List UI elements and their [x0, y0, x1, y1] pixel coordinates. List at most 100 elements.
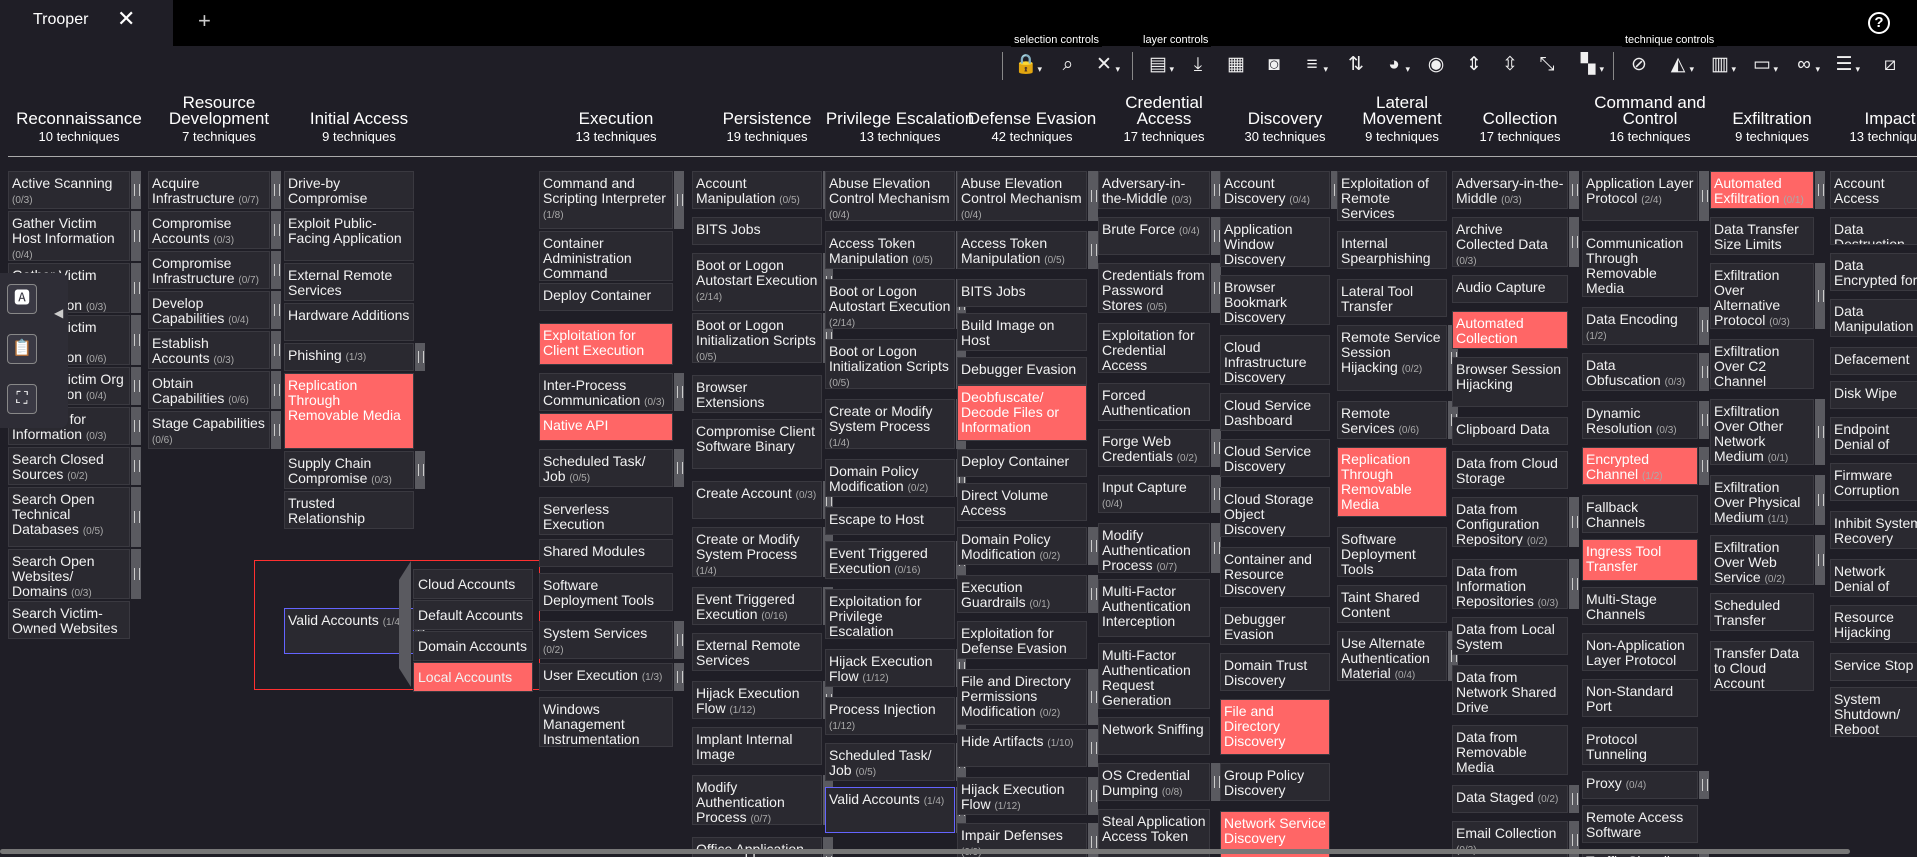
subtechnique-toggle[interactable] [1699, 447, 1709, 485]
tactic-header-exfiltration[interactable]: Exfiltration 9 techniques [1710, 95, 1834, 145]
subtechnique-toggle[interactable] [674, 449, 684, 487]
collapse-icon[interactable]: ⤡ [1533, 51, 1561, 79]
subtechnique-domain-accounts[interactable]: Domain Accounts [413, 631, 533, 661]
filter-icon[interactable]: ≡ ▾ [1298, 51, 1328, 79]
technique-create-or-modify-system-process[interactable]: Create or Modify System Process (1/4) [692, 527, 822, 577]
expand-icon[interactable]: ⇕ [1460, 51, 1488, 79]
technique-forced-authentication[interactable]: Forced Authentication [1098, 383, 1210, 421]
technique-remote-access-software[interactable]: Remote Access Software [1582, 805, 1698, 843]
technique-fallback-channels[interactable]: Fallback Channels [1582, 495, 1698, 533]
subtechnique-toggle[interactable] [1569, 217, 1579, 267]
technique-data-from-local-system[interactable]: Data from Local System [1452, 617, 1568, 655]
technique-debugger-evasion[interactable]: Debugger Evasion [1220, 607, 1330, 645]
technique-system-shutdown-reboot[interactable]: System Shutdown/ Reboot [1830, 687, 1917, 737]
technique-boot-or-logon-initialization-scripts[interactable]: Boot or Logon Initialization Scripts (0/… [692, 313, 822, 363]
subtechnique-toggle[interactable] [131, 367, 141, 405]
subtechnique-toggle[interactable] [1699, 401, 1709, 439]
annotation-icon[interactable]: 🅰 [7, 284, 37, 314]
technique-access-token-manipulation[interactable]: Access Token Manipulation (0/5) [825, 231, 955, 269]
expand-all-icon[interactable]: ⇳ [1496, 51, 1524, 79]
technique-disk-wipe[interactable]: Disk Wipe [1830, 381, 1917, 409]
technique-stage-capabilities[interactable]: Stage Capabilities (0/6) [148, 411, 270, 449]
technique-data-obfuscation[interactable]: Data Obfuscation (0/3) [1582, 353, 1698, 391]
technique-office-application-startup[interactable]: Office Application Startup [692, 837, 822, 857]
technique-endpoint-denial-of-service[interactable]: Endpoint Denial of Service [1830, 417, 1917, 455]
technique-create-or-modify-system-process[interactable]: Create or Modify System Process (1/4) [825, 399, 955, 449]
technique-command-and-scripting-interpreter[interactable]: Command and Scripting Interpreter (1/8) [539, 171, 673, 229]
technique-remote-service-session-hijacking[interactable]: Remote Service Session Hijacking (0/2) [1337, 325, 1447, 391]
technique-boot-or-logon-initialization-scripts[interactable]: Boot or Logon Initialization Scripts (0/… [825, 339, 955, 389]
technique-trusted-relationship[interactable]: Trusted Relationship [284, 491, 414, 529]
subtechnique-toggle[interactable] [131, 211, 141, 261]
technique-phishing[interactable]: Phishing (1/3) [284, 343, 414, 371]
tactic-header-privilege-escalation[interactable]: Privilege Escalation 13 techniques [825, 95, 975, 145]
technique-valid-accounts[interactable]: Valid Accounts (1/4) [284, 608, 414, 654]
technique-exploitation-for-defense-evasion[interactable]: Exploitation for Defense Evasion [957, 621, 1087, 659]
subtechnique-toggle[interactable] [1815, 475, 1825, 525]
subtechnique-toggle[interactable] [674, 373, 684, 411]
technique-process-injection[interactable]: Process Injection (1/12) [825, 697, 955, 735]
technique-data-destruction[interactable]: Data Destruction [1830, 217, 1917, 245]
subtechnique-toggle[interactable] [271, 411, 281, 449]
close-icon[interactable]: ✕ [117, 6, 135, 32]
technique-compromise-infrastructure[interactable]: Compromise Infrastructure (0/7) [148, 251, 270, 289]
technique-debugger-evasion[interactable]: Debugger Evasion [957, 357, 1087, 385]
lock-icon[interactable]: 🔒 ▾ [1012, 51, 1042, 79]
subtechnique-toggle[interactable] [1088, 669, 1098, 725]
sort-icon[interactable]: ⇅ [1342, 51, 1370, 79]
subtechnique-toggle[interactable] [271, 211, 281, 249]
technique-hardware-additions[interactable]: Hardware Additions [284, 303, 414, 341]
tab-trooper[interactable]: Trooper ✕ [0, 0, 173, 46]
technique-hijack-execution-flow[interactable]: Hijack Execution Flow (1/12) [825, 649, 955, 687]
technique-communication-through-removable-media[interactable]: Communication Through Removable Media [1582, 231, 1698, 297]
technique-exploitation-for-client-execution[interactable]: Exploitation for Client Execution [539, 323, 673, 365]
subtechnique-toggle[interactable] [1088, 575, 1098, 613]
technique-remote-services[interactable]: Remote Services (0/6) [1337, 401, 1447, 439]
technique-forge-web-credentials[interactable]: Forge Web Credentials (0/2) [1098, 429, 1210, 467]
technique-establish-accounts[interactable]: Establish Accounts (0/3) [148, 331, 270, 369]
subtechnique-toggle[interactable] [271, 331, 281, 369]
technique-firmware-corruption[interactable]: Firmware Corruption [1830, 463, 1917, 501]
technique-adversary-in-the-middle[interactable]: Adversary-in-the-Middle (0/3) [1098, 171, 1210, 209]
technique-data-from-configuration-repository[interactable]: Data from Configuration Repository (0/2) [1452, 497, 1568, 547]
tactic-header-command-and-control[interactable]: Command and Control 16 techniques [1582, 95, 1718, 145]
technique-deploy-container[interactable]: Deploy Container [539, 283, 673, 311]
technique-access-token-manipulation[interactable]: Access Token Manipulation (0/5) [957, 231, 1087, 269]
technique-deploy-container[interactable]: Deploy Container [957, 449, 1087, 477]
technique-non-standard-port[interactable]: Non-Standard Port [1582, 679, 1698, 717]
technique-event-triggered-execution[interactable]: Event Triggered Execution (0/16) [825, 541, 955, 579]
technique-service-stop[interactable]: Service Stop [1830, 653, 1917, 681]
eye-icon[interactable]: ◉ [1422, 51, 1450, 79]
technique-browser-session-hijacking[interactable]: Browser Session Hijacking [1452, 357, 1568, 407]
subtechnique-toggle[interactable] [1088, 231, 1098, 269]
technique-container-administration-command[interactable]: Container Administration Command [539, 231, 673, 281]
technique-brute-force[interactable]: Brute Force (0/4) [1098, 217, 1210, 255]
technique-taint-shared-content[interactable]: Taint Shared Content [1337, 585, 1447, 623]
technique-scheduled-task-job[interactable]: Scheduled Task/ Job (0/5) [539, 449, 673, 487]
technique-browser-bookmark-discovery[interactable]: Browser Bookmark Discovery [1220, 275, 1330, 325]
technique-os-credential-dumping[interactable]: OS Credential Dumping (0/8) [1098, 763, 1210, 801]
layer-info-icon[interactable]: ▤ ▾ [1144, 51, 1174, 79]
tactic-header-persistence[interactable]: Persistence 19 techniques [692, 95, 842, 145]
subtechnique-toggle[interactable] [271, 251, 281, 289]
technique-drive-by-compromise[interactable]: Drive-by Compromise [284, 171, 414, 209]
technique-shared-modules[interactable]: Shared Modules [539, 539, 673, 567]
fill-color-icon[interactable]: ◭ ▾ [1664, 51, 1694, 79]
technique-data-from-removable-media[interactable]: Data from Removable Media [1452, 725, 1568, 775]
technique-compromise-client-software-binary[interactable]: Compromise Client Software Binary [692, 419, 822, 469]
subtechnique-toggle[interactable] [1815, 399, 1825, 465]
subtechnique-toggle[interactable] [131, 263, 141, 313]
subtechnique-default-accounts[interactable]: Default Accounts [413, 600, 533, 630]
technique-container-and-resource-discovery[interactable]: Container and Resource Discovery [1220, 547, 1330, 597]
technique-obtain-capabilities[interactable]: Obtain Capabilities (0/6) [148, 371, 270, 409]
technique-software-deployment-tools[interactable]: Software Deployment Tools [539, 573, 673, 611]
tactic-header-execution[interactable]: Execution 13 techniques [539, 95, 693, 145]
technique-cloud-storage-object-discovery[interactable]: Cloud Storage Object Discovery [1220, 487, 1330, 537]
technique-exfiltration-over-web-service[interactable]: Exfiltration Over Web Service (0/2) [1710, 535, 1814, 585]
clipboard-icon[interactable]: 📋 [7, 334, 37, 364]
subtechnique-toggle[interactable] [1569, 785, 1579, 813]
metadata-icon[interactable]: ☰ ▾ [1830, 51, 1860, 79]
subtechnique-toggle[interactable] [1699, 353, 1709, 391]
technique-serverless-execution[interactable]: Serverless Execution [539, 497, 673, 535]
technique-data-staged[interactable]: Data Staged (0/2) [1452, 785, 1568, 813]
